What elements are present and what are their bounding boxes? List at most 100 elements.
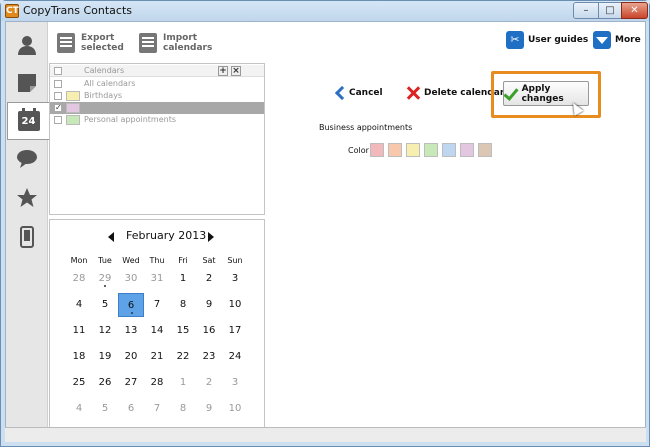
cancel-button[interactable]: Cancel bbox=[335, 84, 383, 102]
day-cell[interactable]: 18 bbox=[66, 345, 92, 369]
remove-calendar-button[interactable]: × bbox=[231, 66, 241, 76]
day-cell[interactable]: 9 bbox=[196, 293, 222, 317]
tools-icon: ✂ bbox=[506, 31, 524, 49]
import-calendars-button[interactable]: Import calendars bbox=[139, 30, 212, 56]
day-cell[interactable]: 30 bbox=[118, 267, 144, 291]
prev-month-icon[interactable] bbox=[108, 232, 114, 242]
calendar-list-header: Calendars + × bbox=[50, 65, 264, 77]
calendar-color-swatch bbox=[66, 91, 80, 101]
day-cell[interactable]: 19 bbox=[92, 345, 118, 369]
next-month-icon[interactable] bbox=[208, 232, 214, 242]
color-swatch[interactable] bbox=[388, 143, 402, 157]
day-cell[interactable]: 10 bbox=[222, 293, 248, 317]
export-selected-button[interactable]: Export selected bbox=[57, 30, 124, 56]
day-cell[interactable]: 28 bbox=[66, 267, 92, 291]
day-cell[interactable]: 31 bbox=[144, 267, 170, 291]
calendar-checkbox[interactable] bbox=[54, 92, 62, 100]
color-swatch[interactable] bbox=[424, 143, 438, 157]
day-cell[interactable]: 23 bbox=[196, 345, 222, 369]
color-swatch[interactable] bbox=[442, 143, 456, 157]
day-cell[interactable]: 28 bbox=[144, 371, 170, 395]
weekday-label: Thu bbox=[149, 256, 165, 265]
color-swatch[interactable] bbox=[370, 143, 384, 157]
day-cell[interactable]: 21 bbox=[144, 345, 170, 369]
day-cell[interactable]: 1 bbox=[170, 267, 196, 291]
day-cell[interactable]: 25 bbox=[66, 371, 92, 395]
maximize-button[interactable]: □ bbox=[598, 2, 622, 19]
color-swatch[interactable] bbox=[406, 143, 420, 157]
nav-messages[interactable] bbox=[6, 140, 48, 178]
day-cell[interactable]: 4 bbox=[66, 397, 92, 421]
day-cell[interactable]: 7 bbox=[144, 293, 170, 317]
add-calendar-button[interactable]: + bbox=[218, 66, 228, 76]
day-cell[interactable]: 17 bbox=[222, 319, 248, 343]
calendar-row-all[interactable]: All calendars bbox=[50, 78, 264, 90]
title-bar: CT CopyTrans Contacts – □ ✕ bbox=[1, 1, 649, 21]
cancel-label: Cancel bbox=[349, 88, 383, 98]
day-cell[interactable]: 26 bbox=[92, 371, 118, 395]
day-cell[interactable]: 29 bbox=[92, 267, 118, 291]
day-cell[interactable]: 27 bbox=[118, 371, 144, 395]
day-cell[interactable]: 4 bbox=[66, 293, 92, 317]
day-cell[interactable]: 2 bbox=[196, 371, 222, 395]
day-cell[interactable]: 12 bbox=[92, 319, 118, 343]
delete-calendar-button[interactable]: Delete calendar bbox=[406, 84, 504, 102]
nav-favorites[interactable] bbox=[6, 179, 48, 217]
import-label-line1: Import bbox=[163, 33, 198, 43]
close-button[interactable]: ✕ bbox=[621, 2, 648, 19]
export-label-line2: selected bbox=[81, 43, 124, 53]
day-cell[interactable]: 11 bbox=[66, 319, 92, 343]
day-cell[interactable]: 8 bbox=[170, 293, 196, 317]
chevron-left-icon bbox=[335, 86, 345, 100]
user-guides-label: User guides bbox=[528, 35, 589, 45]
calendar-row-personal[interactable]: Personal appointments bbox=[50, 114, 264, 126]
color-swatch[interactable] bbox=[478, 143, 492, 157]
day-cell[interactable]: 15 bbox=[170, 319, 196, 343]
day-cell[interactable]: 6 bbox=[118, 397, 144, 421]
day-cell[interactable]: 14 bbox=[144, 319, 170, 343]
calendar-row-label: Personal appointments bbox=[84, 115, 177, 124]
day-cell[interactable]: 10 bbox=[222, 397, 248, 421]
calendar-checkbox[interactable] bbox=[54, 116, 62, 124]
event-dot bbox=[104, 285, 106, 287]
nav-devices[interactable] bbox=[6, 218, 48, 256]
weekday-label: Tue bbox=[98, 256, 112, 265]
day-cell[interactable]: 2 bbox=[196, 267, 222, 291]
day-cell[interactable]: 16 bbox=[196, 319, 222, 343]
day-cell[interactable]: 3 bbox=[222, 267, 248, 291]
nav-calendars[interactable]: 24 bbox=[7, 102, 49, 140]
calendar-checkbox[interactable] bbox=[54, 80, 62, 88]
day-cell[interactable]: 8 bbox=[170, 397, 196, 421]
import-label: Import calendars bbox=[163, 33, 212, 53]
color-swatch[interactable] bbox=[460, 143, 474, 157]
more-button[interactable]: More bbox=[593, 30, 641, 50]
day-cell[interactable]: 6 bbox=[118, 293, 144, 317]
minimize-button[interactable]: – bbox=[573, 2, 599, 19]
day-cell[interactable]: 5 bbox=[92, 293, 118, 317]
weekday-label: Wed bbox=[122, 256, 140, 265]
day-cell[interactable]: 24 bbox=[222, 345, 248, 369]
nav-contacts[interactable] bbox=[6, 26, 48, 64]
checkmark-icon bbox=[504, 88, 517, 100]
select-all-checkbox[interactable] bbox=[54, 67, 62, 75]
apply-label: Apply changes bbox=[521, 83, 564, 104]
user-guides-button[interactable]: ✂ User guides bbox=[506, 30, 588, 50]
day-cell[interactable]: 22 bbox=[170, 345, 196, 369]
day-cell[interactable]: 9 bbox=[196, 397, 222, 421]
app-window: CT CopyTrans Contacts – □ ✕ 24 Export se… bbox=[0, 0, 650, 447]
weekday-label: Sun bbox=[227, 256, 243, 265]
calendar-row-selected[interactable]: ✓ bbox=[50, 102, 264, 114]
calendar-list: Calendars + × All calendars Birthdays ✓ bbox=[49, 63, 265, 215]
day-cell[interactable]: 20 bbox=[118, 345, 144, 369]
calendar-row-label: All calendars bbox=[84, 79, 136, 88]
calendar-checkbox[interactable]: ✓ bbox=[54, 104, 62, 112]
day-cell[interactable]: 3 bbox=[222, 371, 248, 395]
nav-notes[interactable] bbox=[6, 64, 48, 102]
day-cell[interactable]: 13 bbox=[118, 319, 144, 343]
day-cell[interactable]: 7 bbox=[144, 397, 170, 421]
calendar-row-birthdays[interactable]: Birthdays bbox=[50, 90, 264, 102]
calendar-icon: 24 bbox=[17, 108, 40, 131]
delete-icon bbox=[406, 86, 420, 100]
day-cell[interactable]: 1 bbox=[170, 371, 196, 395]
day-cell[interactable]: 5 bbox=[92, 397, 118, 421]
